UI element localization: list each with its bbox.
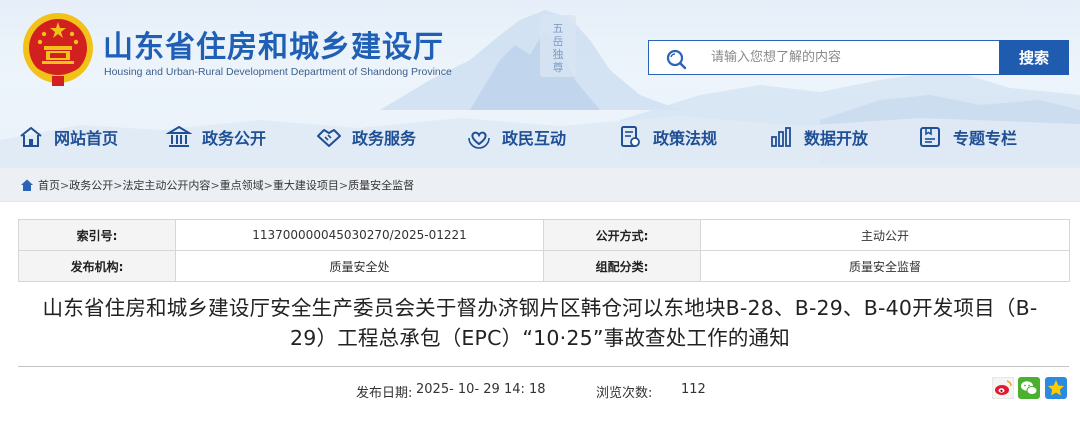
breadcrumb-key-areas[interactable]: 重点领域: [220, 177, 264, 193]
breadcrumb-gov-affairs[interactable]: 政务公开: [69, 177, 113, 193]
nav-item-gov-affairs[interactable]: 政务公开: [166, 118, 266, 156]
index-number-value: 113700000045030270/2025-01221: [175, 219, 544, 251]
search-button[interactable]: 搜索: [999, 40, 1069, 75]
home-icon: [21, 179, 33, 191]
nav-label: 政策法规: [653, 129, 718, 148]
table-row: 发布机构: 质量安全处 组配分类: 质量安全监督: [18, 250, 1070, 282]
data-chart-icon: [771, 127, 791, 147]
index-number-label: 索引号:: [18, 219, 176, 251]
breadcrumb-separator: >: [113, 178, 123, 192]
breadcrumb-major-projects[interactable]: 重大建设项目: [273, 177, 339, 193]
article-title: 山东省住房和城乡建设厅安全生产委员会关于督办济钢片区韩仓河以东地块B-28、B-…: [10, 293, 1070, 353]
nav-item-policy[interactable]: 政策法规: [617, 118, 717, 156]
nav-label: 网站首页: [54, 129, 119, 148]
disclosure-method-label: 公开方式:: [543, 219, 701, 251]
wechat-icon[interactable]: [1018, 377, 1040, 399]
nav-item-open-data[interactable]: 数据开放: [768, 118, 868, 156]
nav-label: 专题专栏: [953, 129, 1018, 148]
breadcrumb-separator: >: [263, 178, 273, 192]
nav-item-interaction[interactable]: 政民互动: [466, 118, 566, 156]
decor-calligraphy: 五岳独尊: [553, 22, 564, 74]
nav-label: 数据开放: [804, 129, 869, 148]
document-info-table: 索引号: 113700000045030270/2025-01221 公开方式:…: [18, 219, 1070, 282]
breadcrumb-separator: >: [338, 178, 349, 192]
disclosure-method-value: 主动公开: [700, 219, 1070, 251]
topic-column-icon: [920, 127, 940, 147]
search-icon: [666, 49, 687, 70]
nav-label: 政务公开: [202, 129, 267, 148]
government-building-icon: [166, 125, 192, 147]
site-title: 山东省住房和城乡建设厅: [103, 30, 444, 65]
breadcrumb: 首页 > 政务公开 > 法定主动公开内容 > 重点领域 > 重大建设项目 > 质…: [20, 177, 414, 193]
issuer-value: 质量安全处: [175, 250, 544, 282]
nav-item-gov-service[interactable]: 政务服务: [316, 118, 416, 156]
decor-char: 尊: [553, 60, 564, 74]
policy-document-icon: [621, 126, 640, 147]
weibo-icon[interactable]: [992, 377, 1014, 399]
decor-char: 独: [553, 48, 564, 61]
category-label: 组配分类:: [543, 250, 701, 282]
national-emblem-icon: [23, 13, 93, 86]
publish-date-value: 2025- 10- 29 14: 18: [416, 382, 546, 397]
breadcrumb-separator: >: [60, 178, 70, 192]
qzone-icon[interactable]: [1045, 377, 1067, 399]
category-value: 质量安全监督: [700, 250, 1070, 282]
breadcrumb-bar: 首页 > 政务公开 > 法定主动公开内容 > 重点领域 > 重大建设项目 > 质…: [0, 168, 1080, 202]
site-header: 五岳独尊 山东省住房和城乡建设厅 Housing and Urban-Rural…: [0, 0, 1080, 168]
heart-hands-icon: [468, 131, 490, 149]
publish-date-label: 发布日期:: [356, 386, 413, 401]
view-count-label: 浏览次数:: [596, 386, 653, 401]
breadcrumb-separator: >: [210, 178, 220, 192]
breadcrumb-statutory-disclosure[interactable]: 法定主动公开内容: [122, 177, 210, 193]
breadcrumb-home[interactable]: 首页: [38, 177, 60, 193]
nav-label: 政务服务: [352, 129, 417, 148]
site-subtitle: Housing and Urban-Rural Development Depa…: [104, 66, 452, 78]
nav-item-topics[interactable]: 专题专栏: [917, 118, 1017, 156]
decor-char: 五: [553, 22, 564, 35]
title-divider: [18, 366, 1069, 367]
breadcrumb-quality-safety[interactable]: 质量安全监督: [348, 177, 414, 193]
handshake-icon: [317, 129, 341, 147]
view-count-value: 112: [681, 382, 706, 397]
issuer-label: 发布机构:: [18, 250, 176, 282]
home-icon: [20, 126, 42, 147]
table-row: 索引号: 113700000045030270/2025-01221 公开方式:…: [18, 219, 1070, 251]
nav-item-home[interactable]: 网站首页: [18, 118, 118, 156]
nav-label: 政民互动: [502, 129, 567, 148]
article-title-line: 山东省住房和城乡建设厅安全生产委员会关于督办济钢片区韩仓河以东地块B-28、B-…: [42, 296, 1038, 320]
decor-char: 岳: [553, 35, 564, 48]
main-nav: 网站首页 政务公开 政务服务 政民互动 政策法规 数据开放 专题专栏: [0, 118, 1080, 156]
search-input[interactable]: [711, 41, 991, 74]
search-box: [648, 40, 999, 75]
article-title-line: 29）工程总承包（EPC）“10·25”事故查处工作的通知: [290, 326, 790, 350]
